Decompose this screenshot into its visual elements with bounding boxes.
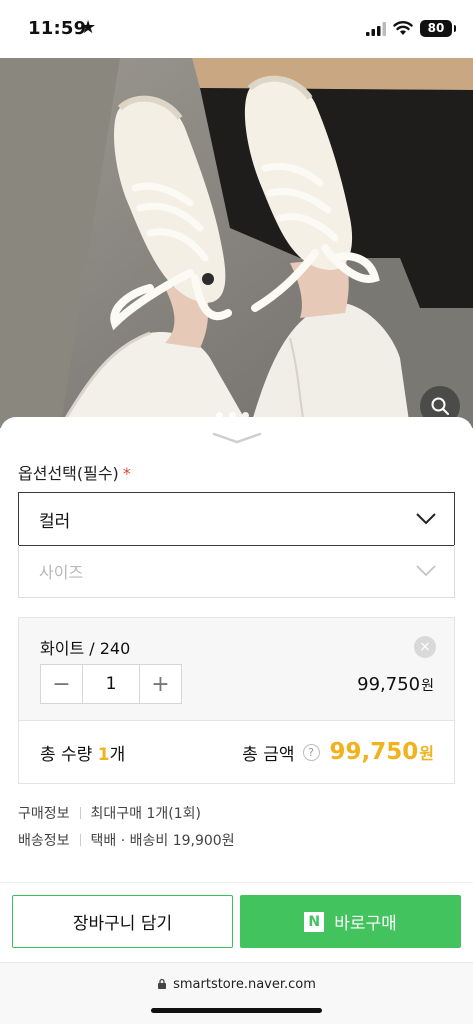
buy-now-button[interactable]: N 바로구매 (240, 895, 461, 948)
size-select-label: 사이즈 (39, 563, 84, 582)
status-bar: 11:59 ★ 80 (0, 0, 473, 58)
info-separator (79, 807, 81, 819)
close-icon: × (419, 639, 431, 655)
address-url: smartstore.naver.com (0, 977, 473, 992)
option-price: 99,750원 (357, 674, 434, 695)
total-summary: 총 수량 1개 총 금액 ? 99,750원 (18, 721, 455, 784)
purchase-info-value: 최대구매 1개(1회) (90, 806, 201, 822)
option-title-text: 옵션선택(필수) (18, 464, 119, 483)
add-to-cart-button[interactable]: 장바구니 담기 (12, 895, 233, 948)
purchase-info-key: 구매정보 (18, 806, 70, 822)
signal-icon (366, 22, 386, 36)
total-price-unit: 원 (419, 744, 434, 763)
option-section-title: 옵션선택(필수) * (18, 460, 131, 484)
add-to-cart-label: 장바구니 담기 (72, 914, 173, 934)
required-mark: * (122, 464, 131, 483)
product-image[interactable] (0, 58, 473, 428)
option-price-value: 99,750 (357, 674, 421, 695)
total-price: 99,750원 (330, 739, 435, 765)
shipping-info-value: 택배 · 배송비 19,900원 (90, 833, 235, 849)
status-time: 11:59 (28, 18, 87, 39)
color-select[interactable]: 컬러 (18, 492, 455, 546)
buy-now-label: 바로구매 (334, 914, 397, 934)
quantity-value[interactable]: 1 (82, 665, 140, 703)
remove-option-button[interactable]: × (414, 636, 436, 658)
wifi-icon (393, 21, 413, 35)
total-qty-prefix: 총 수량 (40, 744, 98, 765)
option-price-unit: 원 (421, 678, 434, 694)
purchase-info-row: 구매정보 최대구매 1개(1회) (18, 803, 201, 823)
quantity-stepper: − 1 + (40, 664, 182, 704)
total-quantity: 총 수량 1개 (40, 740, 125, 765)
total-qty-suffix: 개 (109, 744, 126, 765)
decrease-quantity-button[interactable]: − (41, 665, 82, 703)
shipping-info-row: 배송정보 택배 · 배송비 19,900원 (18, 830, 235, 850)
browser-address-bar[interactable]: smartstore.naver.com (0, 962, 473, 1024)
total-qty-number: 1 (97, 744, 110, 765)
chevron-down-icon (416, 565, 436, 577)
total-amount: 총 금액 ? 99,750원 (242, 739, 434, 765)
battery-indicator: 80 (420, 20, 456, 37)
purchase-sheet: 옵션선택(필수) * 컬러 사이즈 화이트 / 240 × − 1 + 99,75… (0, 417, 473, 1024)
selected-option-name: 화이트 / 240 (40, 639, 131, 658)
increase-quantity-button[interactable]: + (140, 665, 181, 703)
total-price-value: 99,750 (329, 739, 419, 765)
search-icon (431, 397, 449, 415)
size-select[interactable]: 사이즈 (18, 545, 455, 598)
selected-option-item: 화이트 / 240 × − 1 + 99,750원 (18, 617, 455, 721)
question-icon[interactable]: ? (302, 743, 320, 761)
shipping-info-key: 배송정보 (18, 833, 70, 849)
naver-logo-icon: N (304, 911, 325, 932)
address-url-text: smartstore.naver.com (173, 977, 316, 992)
sheet-collapse-handle[interactable] (212, 431, 262, 445)
info-separator (79, 834, 81, 846)
divider (0, 882, 473, 883)
total-amount-label: 총 금액 (242, 744, 295, 765)
home-indicator[interactable] (151, 1008, 322, 1013)
color-select-label: 컬러 (39, 511, 71, 532)
lock-icon (158, 978, 167, 989)
star-icon: ★ (80, 17, 97, 38)
chevron-down-icon (416, 513, 436, 525)
